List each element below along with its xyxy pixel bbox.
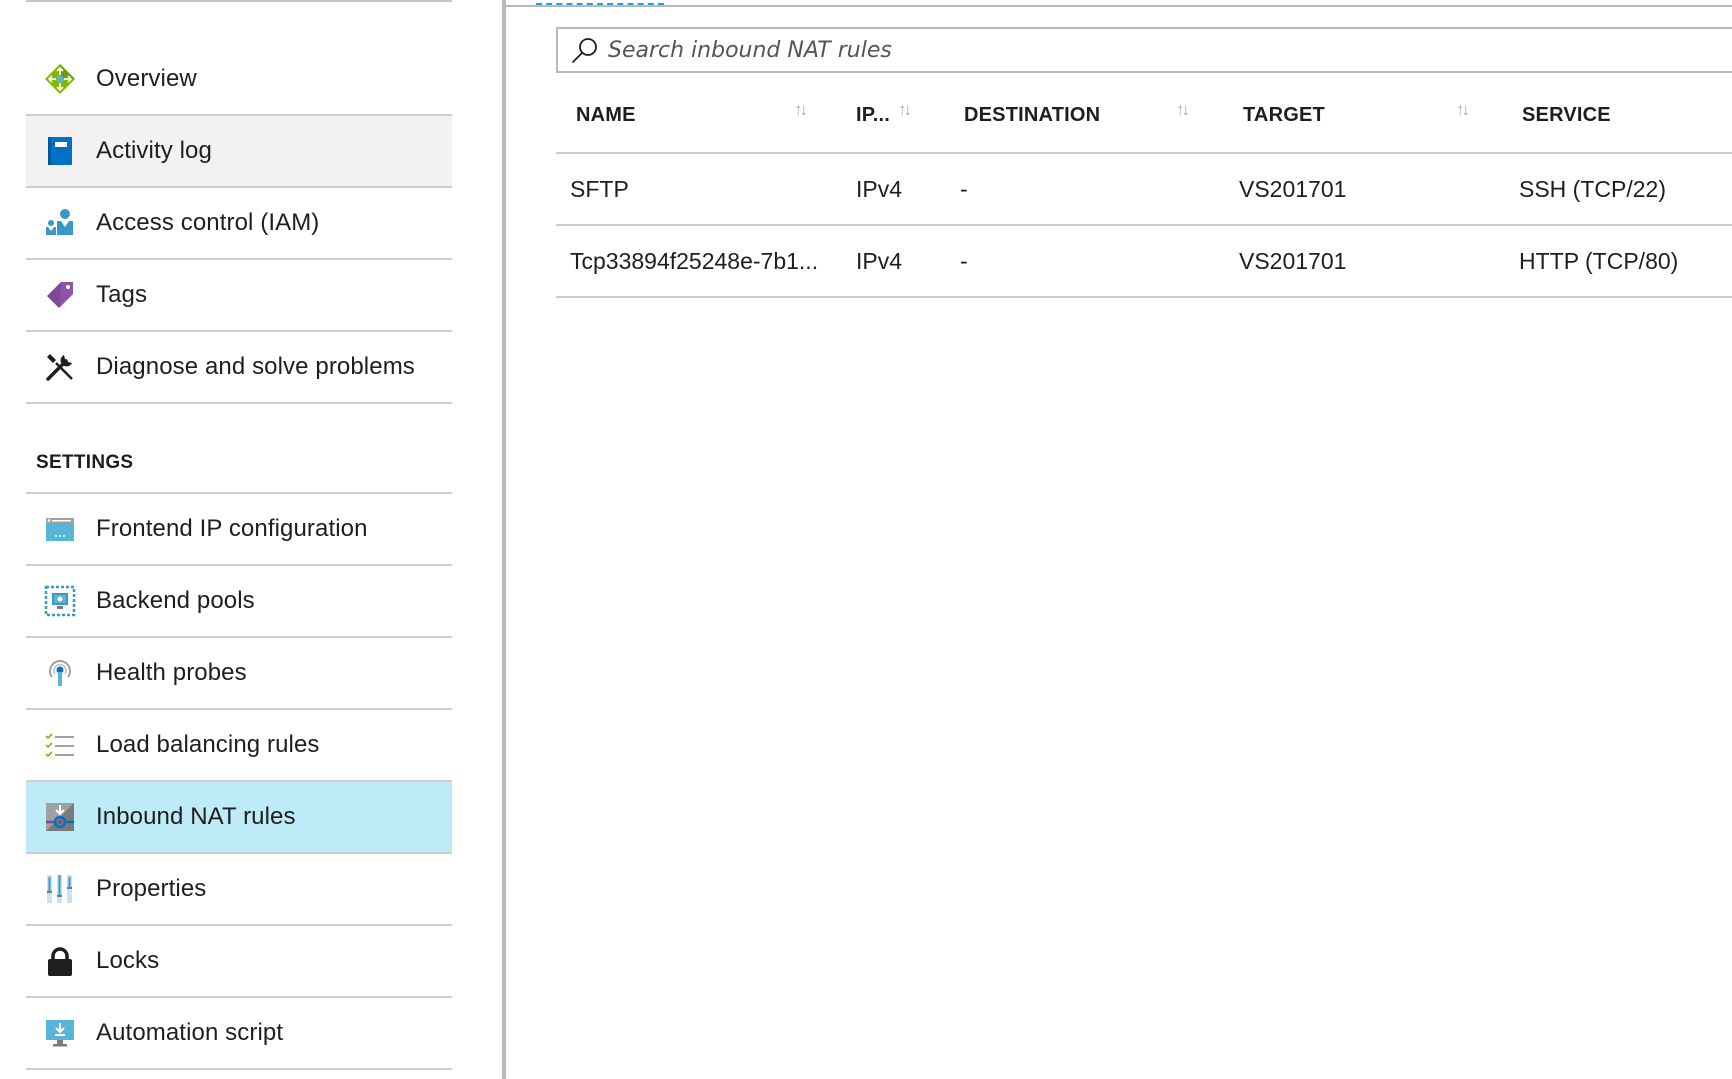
table-row[interactable]: Tcp33894f25248e-7b1... IPv4 - VS201701 H… xyxy=(556,226,1732,298)
menu-item-label: Tags xyxy=(96,281,148,308)
column-header-target[interactable]: TARGET xyxy=(1243,104,1325,127)
menu-item-frontend-ip[interactable]: Frontend IP configuration xyxy=(26,494,452,566)
automation-script-icon xyxy=(44,1017,76,1049)
menu-item-overview[interactable]: Overview xyxy=(26,44,452,116)
inbound-nat-icon xyxy=(44,801,76,833)
menu-item-label: Properties xyxy=(96,875,207,902)
tag-icon xyxy=(44,279,76,311)
cell-name: Tcp33894f25248e-7b1... xyxy=(570,248,819,274)
menu-item-label: Backend pools xyxy=(96,587,255,614)
cell-destination: - xyxy=(960,176,968,202)
menu-item-label: Access control (IAM) xyxy=(96,209,320,236)
search-input[interactable] xyxy=(608,33,1208,67)
menu-item-load-balancing-rules[interactable]: Load balancing rules xyxy=(26,710,452,782)
focus-indicator xyxy=(536,2,664,5)
menu-item-label: Activity log xyxy=(96,137,212,164)
properties-icon xyxy=(44,873,76,905)
cell-target: VS201701 xyxy=(1239,248,1347,274)
menu-item-label: Diagnose and solve problems xyxy=(96,353,415,380)
menu-item-activity-log[interactable]: Activity log xyxy=(26,116,452,188)
cell-destination: - xyxy=(960,248,968,274)
sort-icon[interactable]: ↑↓ xyxy=(794,100,808,120)
search-box[interactable] xyxy=(556,27,1732,73)
table-row[interactable]: SFTP IPv4 - VS201701 SSH (TCP/22) xyxy=(556,154,1732,226)
menu-item-label: Inbound NAT rules xyxy=(96,803,296,830)
sort-icon[interactable]: ↑↓ xyxy=(898,100,912,120)
column-header-name[interactable]: NAME xyxy=(576,104,636,127)
inbound-nat-rules-table: NAME ↑↓ IP... ↑↓ DESTINATION ↑↓ TARGET ↑… xyxy=(556,86,1732,298)
cell-service: SSH (TCP/22) xyxy=(1519,176,1666,202)
lock-icon xyxy=(44,945,76,977)
resource-menu: Overview Activity log Access control (IA… xyxy=(0,0,504,1079)
health-probe-icon xyxy=(44,657,76,689)
menu-item-diagnose[interactable]: Diagnose and solve problems xyxy=(26,332,452,404)
tools-icon xyxy=(44,351,76,383)
menu-item-label: Health probes xyxy=(96,659,247,686)
column-header-service[interactable]: SERVICE xyxy=(1522,104,1611,127)
cell-ip-version: IPv4 xyxy=(856,248,903,274)
divider xyxy=(26,0,452,2)
cell-name: SFTP xyxy=(570,176,629,202)
cell-target: VS201701 xyxy=(1239,176,1347,202)
menu-item-label: Automation script xyxy=(96,1019,284,1046)
menu-item-inbound-nat-rules[interactable]: Inbound NAT rules xyxy=(26,782,452,854)
load-balancer-icon xyxy=(44,63,76,95)
menu-item-health-probes[interactable]: Health probes xyxy=(26,638,452,710)
menu-item-label: Load balancing rules xyxy=(96,731,320,758)
frontend-ip-icon xyxy=(44,513,76,545)
access-control-icon xyxy=(44,207,76,239)
section-title: SETTINGS xyxy=(36,452,134,473)
menu-item-label: Frontend IP configuration xyxy=(96,515,368,542)
menu-item-automation-script[interactable]: Automation script xyxy=(26,998,452,1070)
menu-item-access-control[interactable]: Access control (IAM) xyxy=(26,188,452,260)
column-header-destination[interactable]: DESTINATION xyxy=(964,104,1100,127)
menu-item-label: Locks xyxy=(96,947,160,974)
search-icon xyxy=(570,35,600,67)
backend-pool-icon xyxy=(44,585,76,617)
inbound-nat-rules-blade: NAME ↑↓ IP... ↑↓ DESTINATION ↑↓ TARGET ↑… xyxy=(506,0,1732,1079)
column-header-ip-version[interactable]: IP... xyxy=(856,104,890,127)
activity-log-icon xyxy=(44,135,76,167)
sort-icon[interactable]: ↑↓ xyxy=(1456,100,1470,120)
rules-list-icon xyxy=(44,729,76,761)
menu-item-tags[interactable]: Tags xyxy=(26,260,452,332)
menu-item-properties[interactable]: Properties xyxy=(26,854,452,926)
menu-item-label: Overview xyxy=(96,65,197,92)
cell-service: HTTP (TCP/80) xyxy=(1519,248,1679,274)
settings-section-header: SETTINGS xyxy=(26,404,452,494)
table-header: NAME ↑↓ IP... ↑↓ DESTINATION ↑↓ TARGET ↑… xyxy=(556,86,1732,154)
divider xyxy=(506,5,1732,7)
sort-icon[interactable]: ↑↓ xyxy=(1176,100,1190,120)
cell-ip-version: IPv4 xyxy=(856,176,903,202)
resource-menu-list: Overview Activity log Access control (IA… xyxy=(26,44,452,1070)
menu-item-locks[interactable]: Locks xyxy=(26,926,452,998)
menu-item-backend-pools[interactable]: Backend pools xyxy=(26,566,452,638)
